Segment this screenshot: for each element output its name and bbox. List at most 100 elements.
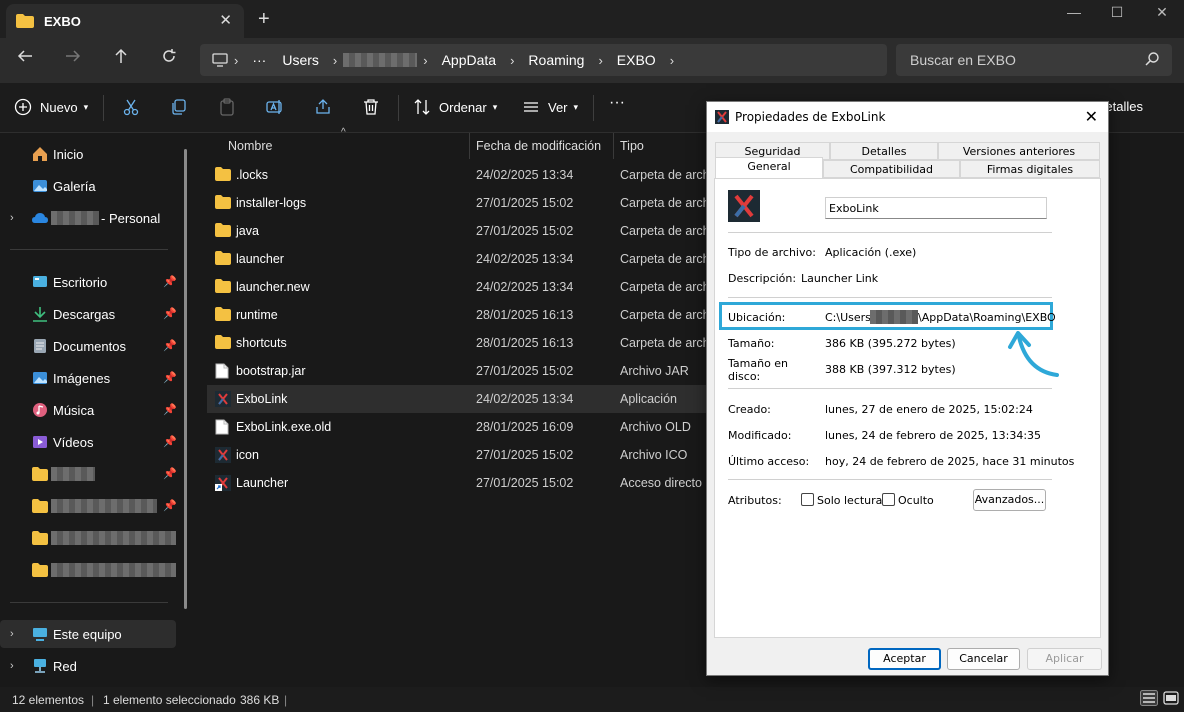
file-row[interactable]: shortcuts 28/01/2025 16:13 Carpeta de arch… <box>207 329 727 357</box>
view-button[interactable]: Ver ▾ <box>522 98 578 116</box>
sidebar-item-imagenes[interactable]: Imágenes 📌 <box>0 364 177 392</box>
paste-button[interactable] <box>218 98 236 116</box>
hidden-checkbox[interactable] <box>882 493 895 506</box>
file-row[interactable]: .locks 24/02/2025 13:34 Carpeta de archivo… <box>207 161 727 189</box>
disk-size-label: Tamaño en <box>728 357 789 370</box>
sidebar-item-videos[interactable]: Vídeos 📌 <box>0 428 177 456</box>
file-row[interactable]: Launcher 27/01/2025 15:02 Acceso directo <box>207 469 727 497</box>
share-button[interactable] <box>314 98 332 116</box>
more-options-button[interactable]: ··· <box>609 94 625 112</box>
sidebar-item-inicio[interactable]: Inicio <box>0 140 176 168</box>
sidebar-item-documentos[interactable]: Documentos 📌 <box>0 332 177 360</box>
pin-icon[interactable]: 📌 <box>163 339 177 352</box>
file-row[interactable]: launcher 24/02/2025 13:34 Carpeta de archi… <box>207 245 727 273</box>
file-row[interactable]: icon 27/01/2025 15:02 Archivo ICO <box>207 441 727 469</box>
tab-general[interactable]: General <box>715 157 823 179</box>
tab-compatibilidad[interactable]: Compatibilidad <box>823 160 960 178</box>
forward-button[interactable] <box>58 48 88 69</box>
sort-button[interactable]: Ordenar ▾ <box>413 98 497 116</box>
new-button[interactable]: Nuevo ▾ <box>14 98 88 116</box>
search-input[interactable]: Buscar en EXBO <box>896 44 1172 76</box>
file-type: Carpeta de archivos <box>620 280 720 294</box>
divider <box>103 95 104 121</box>
pin-icon[interactable]: 📌 <box>163 371 177 384</box>
tiles-view-button[interactable] <box>1163 690 1179 709</box>
address-bar[interactable]: › ··· Users › › AppData › Roaming › EXBO… <box>200 44 887 76</box>
tab-versiones-anteriores[interactable]: Versiones anteriores <box>938 142 1100 160</box>
paste-icon <box>220 98 234 116</box>
sidebar-item-este-equipo[interactable]: › Este equipo <box>0 620 176 648</box>
file-type-value: Aplicación (.exe) <box>825 246 917 259</box>
breadcrumb-exbo[interactable]: EXBO <box>617 52 656 68</box>
close-window-button[interactable]: ✕ <box>1139 2 1184 22</box>
pin-icon[interactable]: 📌 <box>163 467 177 480</box>
column-divider[interactable] <box>469 133 470 159</box>
apply-button[interactable]: Aplicar <box>1027 648 1102 670</box>
minimize-button[interactable]: — <box>1051 2 1097 22</box>
copy-icon <box>172 99 186 115</box>
sidebar-item-red[interactable]: › Red <box>0 652 176 680</box>
file-row[interactable]: ExboLink.exe.old 28/01/2025 16:09 Archivo … <box>207 413 727 441</box>
advanced-button[interactable]: Avanzados... <box>973 489 1046 511</box>
tab-firmas-digitales[interactable]: Firmas digitales <box>960 160 1100 178</box>
close-icon[interactable]: ✕ <box>1085 107 1098 126</box>
back-button[interactable] <box>10 48 40 69</box>
copy-button[interactable] <box>170 98 188 116</box>
breadcrumb-roaming[interactable]: Roaming <box>528 52 584 68</box>
folder-icon <box>215 195 231 211</box>
pin-icon[interactable]: 📌 <box>163 403 177 416</box>
file-row[interactable]: bootstrap.jar 27/01/2025 15:02 Archivo JAR <box>207 357 727 385</box>
file-row[interactable]: java 27/01/2025 15:02 Carpeta de archivos <box>207 217 727 245</box>
file-row[interactable]: ExboLink 24/02/2025 13:34 Aplicación <box>207 385 727 413</box>
readonly-checkbox[interactable] <box>801 493 814 506</box>
column-divider[interactable] <box>613 133 614 159</box>
file-name: java <box>236 224 259 238</box>
file-row[interactable]: runtime 28/01/2025 16:13 Carpeta de archiv… <box>207 301 727 329</box>
sidebar-item-label: Este equipo <box>53 626 122 642</box>
column-header-date[interactable]: Fecha de modificación <box>476 133 601 159</box>
sidebar-item-escritorio[interactable]: Escritorio 📌 <box>0 268 177 296</box>
view-label: Ver <box>548 99 568 115</box>
pin-icon[interactable]: 📌 <box>163 307 177 320</box>
dialog-title-bar[interactable]: Propiedades de ExboLink ✕ <box>707 102 1108 132</box>
new-tab-button[interactable]: + <box>258 8 270 31</box>
sidebar-item-musica[interactable]: Música 📌 <box>0 396 177 424</box>
ok-button[interactable]: Aceptar <box>868 648 941 670</box>
refresh-button[interactable] <box>154 48 184 69</box>
pin-icon[interactable]: 📌 <box>163 435 177 448</box>
sidebar-item-redacted-folder[interactable] <box>0 556 176 584</box>
sidebar-item-redacted-folder[interactable] <box>0 524 176 552</box>
cut-button[interactable] <box>122 98 140 116</box>
breadcrumb-appdata[interactable]: AppData <box>442 52 496 68</box>
column-header-name[interactable]: Nombre <box>228 133 272 159</box>
pin-icon[interactable]: 📌 <box>163 275 177 288</box>
maximize-button[interactable]: ☐ <box>1094 2 1140 22</box>
delete-button[interactable] <box>362 98 380 116</box>
close-tab-icon[interactable]: ✕ <box>219 11 232 29</box>
breadcrumb-users[interactable]: Users <box>282 52 319 68</box>
rename-button[interactable] <box>266 98 284 116</box>
sidebar-item-redacted-folder[interactable]: 📌 <box>0 492 177 520</box>
file-row[interactable]: launcher.new 24/02/2025 13:34 Carpeta de a… <box>207 273 727 301</box>
tab-detalles[interactable]: Detalles <box>830 142 938 160</box>
details-view-icon <box>1140 690 1158 706</box>
sidebar-item-galeria[interactable]: Galería <box>0 172 176 200</box>
exbo-app-icon <box>715 110 729 124</box>
sidebar-item-onedrive[interactable]: › - Personal <box>0 204 176 232</box>
arrow-left-icon <box>17 50 32 62</box>
up-button[interactable] <box>106 48 136 69</box>
sidebar-scrollbar[interactable] <box>184 149 187 609</box>
file-row[interactable]: installer-logs 27/01/2025 15:02 Carpeta de… <box>207 189 727 217</box>
sidebar-item-descargas[interactable]: Descargas 📌 <box>0 300 177 328</box>
pin-icon[interactable]: 📌 <box>163 499 177 512</box>
redacted-label <box>51 531 176 545</box>
file-name: .locks <box>236 168 268 182</box>
cancel-button[interactable]: Cancelar <box>947 648 1020 670</box>
filename-input[interactable]: ExboLink <box>825 197 1047 219</box>
details-view-button[interactable] <box>1140 690 1158 709</box>
breadcrumb-more[interactable]: ··· <box>252 52 266 68</box>
sidebar-item-redacted-folder[interactable]: 📌 <box>0 460 177 488</box>
chevron-down-icon: ▾ <box>83 101 89 112</box>
column-header-type[interactable]: Tipo <box>620 133 644 159</box>
tab-exbo[interactable]: EXBO ✕ <box>6 4 244 38</box>
